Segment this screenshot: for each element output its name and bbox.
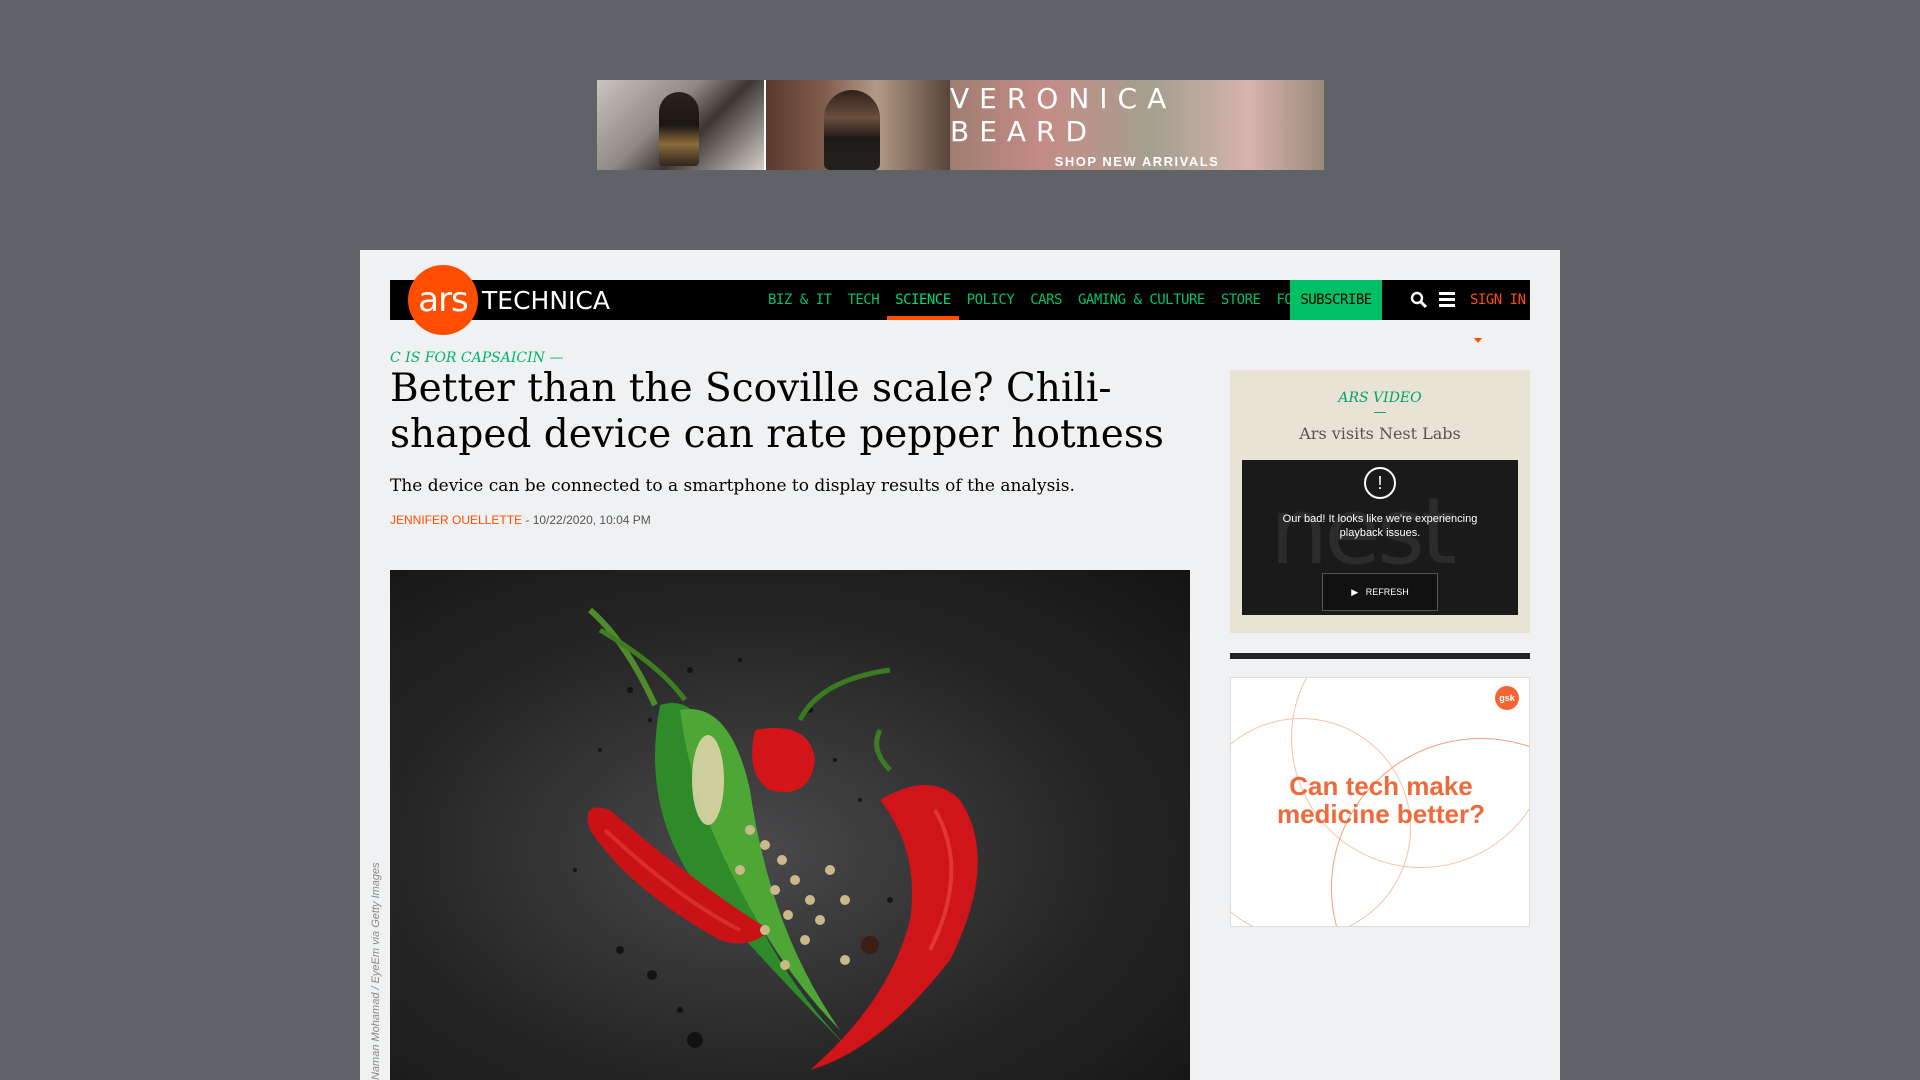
chili-peppers-photo	[573, 607, 978, 1070]
sidebar-divider	[1230, 653, 1530, 659]
hero-image[interactable]	[390, 570, 1190, 1080]
ars-video-widget: ARS VIDEO Ars visits Nest Labs nest ! Ou…	[1230, 370, 1530, 633]
nav-item-biz-it[interactable]: Biz & IT	[760, 280, 839, 320]
sign-in-dropdown[interactable]: SIGN IN	[1470, 280, 1530, 343]
publish-date: 10/22/2020, 10:04 PM	[532, 513, 651, 527]
sign-in-label: SIGN IN	[1470, 292, 1526, 308]
video-player[interactable]: nest ! Our bad! It looks like we're expe…	[1242, 460, 1518, 615]
ad-brand-name: VERONICA BEARD	[950, 81, 1177, 148]
image-credit: Naman Mohamad / EyeEm via Getty Images	[370, 862, 382, 1080]
video-title[interactable]: Ars visits Nest Labs	[1230, 424, 1530, 443]
nav-item-store[interactable]: Store	[1213, 280, 1269, 320]
site-logo-word[interactable]: TECHNICA	[482, 286, 610, 315]
article-kicker: C is for capsaicin —	[390, 350, 564, 366]
article-dek: The device can be connected to a smartph…	[390, 476, 1075, 496]
top-ad-banner[interactable]: VERONICA BEARD SHOP NEW ARRIVALS	[597, 80, 1324, 170]
divider	[1374, 412, 1386, 413]
ad-cta[interactable]: SHOP NEW ARRIVALS	[1055, 154, 1220, 169]
byline-separator: -	[522, 513, 533, 527]
site-header: ars TECHNICA Biz & IT Tech Science Polic…	[390, 265, 1530, 343]
nav-item-policy[interactable]: Policy	[959, 280, 1023, 320]
refresh-button[interactable]: ▶ REFRESH	[1322, 573, 1438, 611]
search-icon[interactable]	[1410, 291, 1428, 309]
play-icon: ▶	[1351, 587, 1359, 597]
byline: Jennifer Ouellette - 10/22/2020, 10:04 P…	[390, 513, 651, 527]
page-container: ars TECHNICA Biz & IT Tech Science Polic…	[360, 250, 1560, 1080]
playback-error-message: Our bad! It looks like we're experiencin…	[1282, 513, 1478, 539]
hamburger-menu-icon[interactable]	[1439, 292, 1455, 308]
nav-item-gaming-culture[interactable]: Gaming & Culture	[1070, 280, 1213, 320]
sidebar-ad[interactable]: gsk Can tech make medicine better?	[1230, 677, 1530, 927]
site-logo[interactable]: ars	[408, 265, 478, 335]
nav-item-science[interactable]: Science	[887, 280, 959, 320]
author-link[interactable]: Jennifer Ouellette	[390, 513, 522, 527]
ad-model-photo	[764, 80, 950, 170]
gsk-logo: gsk	[1495, 686, 1519, 710]
nav-item-cars[interactable]: Cars	[1022, 280, 1070, 320]
ad-headline: Can tech make medicine better?	[1276, 771, 1486, 829]
article-headline: Better than the Scoville scale? Chili-sh…	[390, 366, 1164, 457]
refresh-label: REFRESH	[1365, 587, 1409, 597]
chevron-down-icon	[1474, 337, 1482, 343]
nav-item-tech[interactable]: Tech	[839, 280, 887, 320]
video-section-label: ARS VIDEO	[1338, 390, 1422, 406]
main-nav: Biz & IT Tech Science Policy Cars Gaming…	[760, 280, 1332, 320]
ad-brand-panel[interactable]: VERONICA BEARD SHOP NEW ARRIVALS	[950, 80, 1324, 170]
alert-icon: !	[1364, 467, 1396, 499]
subscribe-button[interactable]: SUBSCRIBE	[1290, 280, 1382, 320]
ad-model-photo	[597, 80, 764, 170]
